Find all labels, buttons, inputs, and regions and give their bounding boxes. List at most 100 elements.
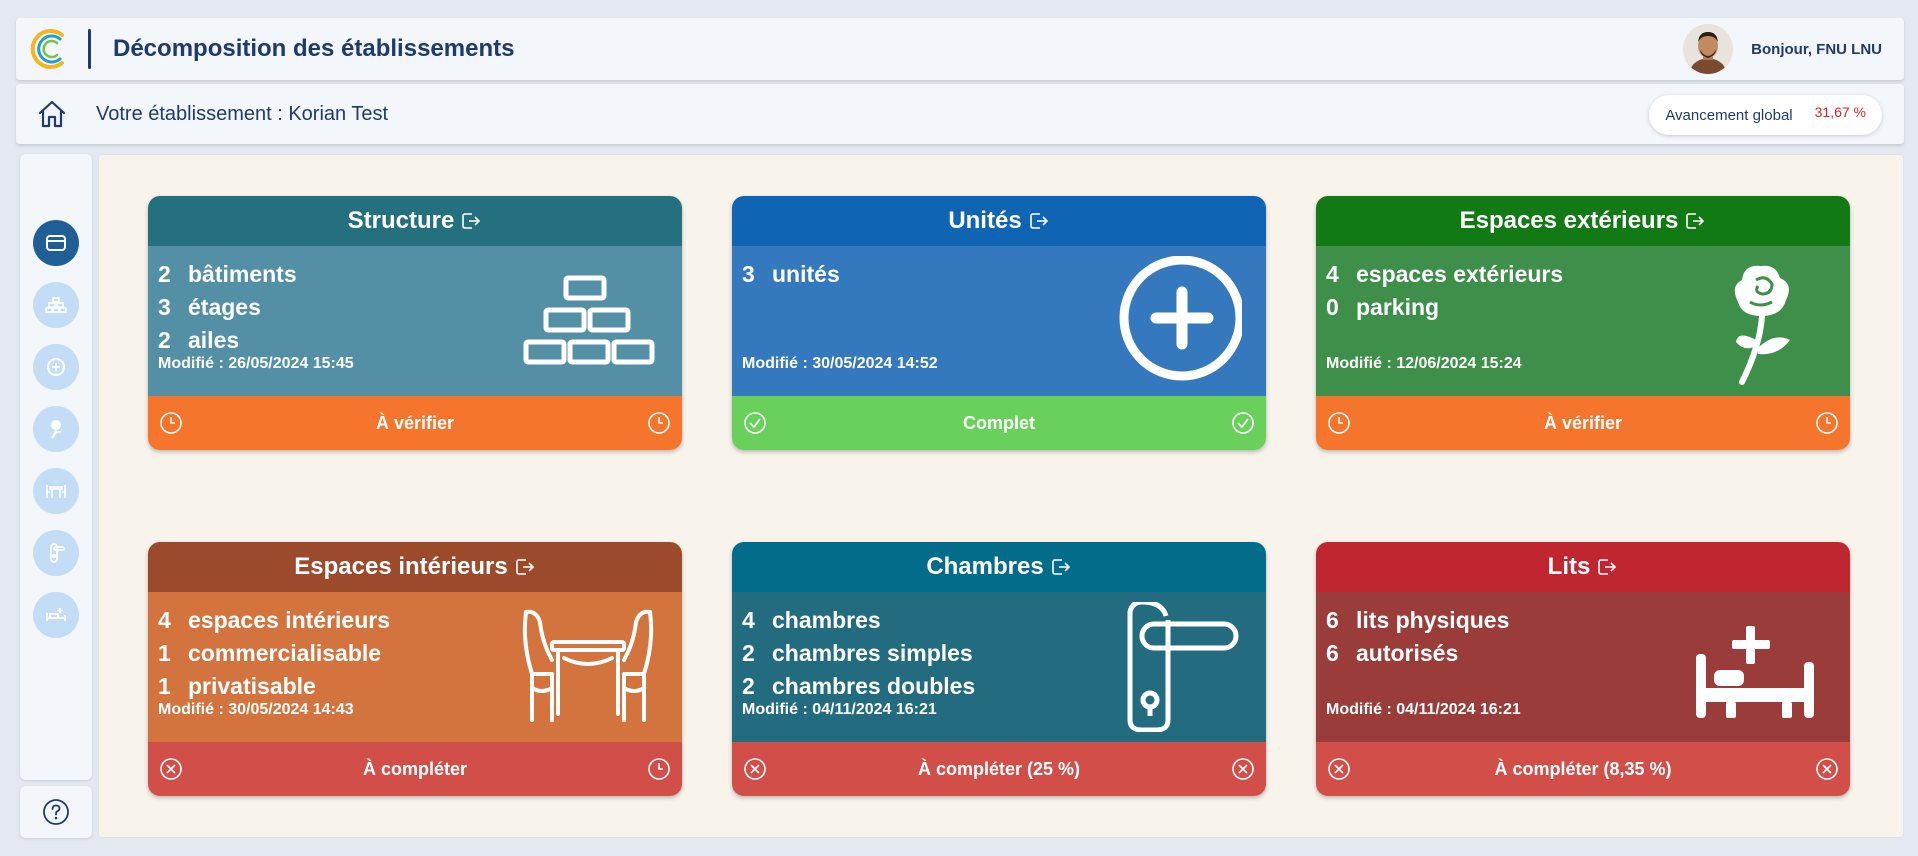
modified-date: Modifié : 30/05/2024 14:43 [158,701,354,718]
stat-label: chambres [772,607,881,633]
modified-date: Modifié : 26/05/2024 15:45 [158,355,354,372]
rose-icon [51,420,62,439]
open-link-icon[interactable] [1684,210,1706,232]
card-status-bar[interactable]: À compléter (25 %) [732,742,1266,796]
status-label: À vérifier [375,412,455,433]
clock-icon [160,412,182,434]
top-bar: Décomposition des établissements Bonjour… [16,18,1904,80]
card-status-bar[interactable]: Complet [732,396,1266,450]
establishment-bar: Votre établissement : Korian Test Avance… [16,84,1904,144]
stat-count: 2 [742,640,755,666]
header-divider [88,29,91,69]
global-progress-label: Avancement global [1665,106,1793,124]
open-link-icon[interactable] [1028,210,1050,232]
open-link-icon[interactable] [1596,556,1618,578]
card-body: 4 espaces intérieurs 1 commercialisable 1p… [148,592,682,742]
clock-icon [648,412,670,434]
plus-circle-icon [1119,256,1242,381]
x-circle-icon [1816,758,1838,780]
main-content: Structure 2 bâtiments 3 étages 2 ailes Modi… [98,154,1904,838]
user-menu[interactable]: Bonjour, FNU LNU [1683,24,1882,74]
stat-count: 4 [158,607,171,633]
card-header[interactable]: Structure [148,196,682,246]
open-link-icon[interactable] [460,210,482,232]
stat-count: 2 [158,261,171,287]
user-avatar-icon [1683,24,1734,74]
bricks-icon [523,275,655,365]
help-panel [20,786,92,838]
sidebar-item-outdoor[interactable] [33,406,79,452]
stat-label: ailes [188,327,240,353]
cards-icon [46,235,66,251]
status-label: À vérifier [1543,412,1623,433]
card-header[interactable]: Espaces intérieurs [148,542,682,592]
card-outdoor-spaces: Espaces extérieurs 4 espaces extérieurs 0… [1316,196,1850,450]
x-circle-icon [160,758,182,780]
status-label: À compléter (25 %) [917,758,1081,779]
card-status-bar[interactable]: À vérifier [1316,396,1850,450]
open-link-icon[interactable] [1050,556,1072,578]
card-title: Chambres [926,553,1044,580]
modified-date: Modifié : 12/06/2024 15:24 [1326,355,1522,372]
card-body: 6 lits physiques 6 autorisés Modifié : 04/… [1316,592,1850,742]
card-title: Espaces intérieurs [294,553,508,580]
x-circle-icon [1328,758,1350,780]
card-rooms: Chambres 4 chambres 2 chambres simples 2 ch… [732,542,1266,796]
card-title: Unités [948,207,1022,234]
clock-icon [1328,412,1350,434]
rose-icon [1734,265,1790,385]
stat-count: 3 [158,294,171,320]
bricks-icon [45,297,67,313]
sidebar-item-rooms[interactable] [33,530,79,576]
card-title: Lits [1547,553,1591,580]
sidebar-item-units[interactable] [33,344,79,390]
stat-count: 1 [158,640,171,666]
stat-count: 4 [1326,261,1339,287]
card-body: 4 chambres 2 chambres simples 2 chambres do… [732,592,1266,742]
plus-circle-icon [47,358,65,376]
sidebar-item-beds[interactable] [33,592,79,638]
stat-count: 6 [1326,607,1339,633]
card-header[interactable]: Unités [732,196,1266,246]
card-body: 4 espaces extérieurs 0 parking Modifié : 1… [1316,246,1850,396]
card-status-bar[interactable]: À compléter [148,742,682,796]
stat-count: 2 [742,673,755,699]
global-progress: Avancement global 31,67 % [1649,95,1882,135]
stat-label: espaces extérieurs [1356,261,1564,287]
user-greeting: Bonjour, FNU LNU [1751,40,1882,58]
stat-label: parking [1356,294,1440,320]
home-icon[interactable] [36,98,68,130]
card-status-bar[interactable]: À compléter (8,35 %) [1316,742,1850,796]
clock-icon [1816,412,1838,434]
card-status-bar[interactable]: À vérifier [148,396,682,450]
avatar[interactable] [1683,24,1734,74]
card-title: Espaces extérieurs [1459,207,1679,234]
card-header[interactable]: Espaces extérieurs [1316,196,1850,246]
card-indoor-spaces: Espaces intérieurs 4 espaces intérieurs 1… [148,542,682,796]
card-header[interactable]: Lits [1316,542,1850,592]
stat-count: 0 [1326,294,1339,320]
card-beds: Lits 6 lits physiques 6 autorisés Modifié … [1316,542,1850,796]
card-units: Unités 3 unités Modifié : 30/05/2024 14:5… [732,196,1266,450]
check-circle-icon [744,412,766,434]
bed-icon [1696,626,1814,718]
card-header[interactable]: Chambres [732,542,1266,592]
stat-label: autorisés [1356,640,1459,666]
x-circle-icon [1232,758,1254,780]
global-progress-value: 31,67 % [1814,104,1866,120]
sidebar [20,154,92,780]
sidebar-item-structure[interactable] [33,282,79,328]
stat-count: 2 [158,327,171,353]
open-link-icon[interactable] [514,556,536,578]
stat-count: 6 [1326,640,1339,666]
sidebar-item-overview[interactable] [33,220,79,266]
status-label: Complet [963,412,1035,433]
card-title: Structure [347,207,455,234]
door-handle-icon [50,543,65,563]
stat-label: chambres simples [772,640,973,666]
stat-count: 1 [158,673,171,699]
sidebar-item-indoor[interactable] [33,468,79,514]
stat-label: espaces intérieurs [188,607,391,633]
card-structure: Structure 2 bâtiments 3 étages 2 ailes Modi… [148,196,682,450]
help-icon[interactable] [41,797,71,827]
